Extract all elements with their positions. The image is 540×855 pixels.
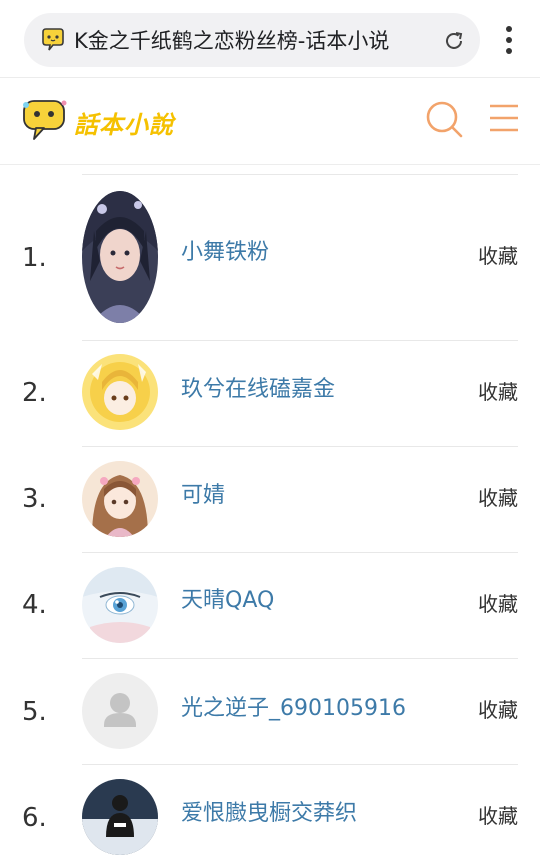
address-bar[interactable]: K金之千纸鹤之恋粉丝榜-话本小说: [24, 13, 480, 67]
fan-name-link[interactable]: 天晴QAQ: [181, 586, 274, 616]
avatar[interactable]: [82, 779, 158, 855]
rank-number: 5.: [22, 697, 47, 727]
rank-number: 1.: [22, 243, 47, 273]
more-vert-icon[interactable]: [498, 26, 520, 54]
dot-icon: [506, 26, 512, 32]
fan-name-link[interactable]: 爱恨臌曳橱交莽织: [181, 799, 357, 829]
list-item: 2. 玖兮在线磕嘉金 收藏: [0, 341, 540, 446]
fan-name-link[interactable]: 光之逆子_690105916: [181, 694, 406, 724]
collect-button[interactable]: 收藏: [478, 483, 518, 513]
search-icon[interactable]: [424, 99, 464, 139]
chat-bubble-icon: [42, 28, 64, 51]
menu-icon[interactable]: [488, 103, 520, 133]
collect-button[interactable]: 收藏: [478, 377, 518, 407]
fan-name-link[interactable]: 可婧: [181, 481, 225, 511]
logo-mascot-icon: [23, 100, 67, 140]
collect-button[interactable]: 收藏: [478, 589, 518, 619]
collect-button[interactable]: 收藏: [478, 241, 518, 271]
list-item: 3. 可婧 收藏: [0, 447, 540, 552]
avatar[interactable]: [82, 354, 158, 430]
reload-icon[interactable]: [442, 29, 466, 53]
dot-icon: [506, 48, 512, 54]
avatar[interactable]: [82, 191, 158, 323]
page-title: K金之千纸鹤之恋粉丝榜-话本小说: [74, 29, 390, 53]
rank-number: 4.: [22, 590, 47, 620]
list-item: 4. 天晴QAQ 收藏: [0, 553, 540, 658]
dot-icon: [506, 37, 512, 43]
site-logo[interactable]: 話本小說: [20, 95, 190, 145]
collect-button[interactable]: 收藏: [478, 695, 518, 725]
fan-name-link[interactable]: 玖兮在线磕嘉金: [181, 375, 335, 405]
rank-number: 6.: [22, 803, 47, 833]
list-item: 1. 小舞铁粉 收藏: [0, 175, 540, 340]
list-item: 6. 爱恨臌曳橱交莽织 收藏: [0, 765, 540, 855]
rank-number: 2.: [22, 378, 47, 408]
avatar[interactable]: [82, 567, 158, 643]
fan-name-link[interactable]: 小舞铁粉: [181, 238, 269, 268]
logo-text: 話本小說: [74, 111, 174, 139]
rank-number: 3.: [22, 484, 47, 514]
site-header: 話本小說: [0, 79, 540, 165]
collect-button[interactable]: 收藏: [478, 801, 518, 831]
list-item: 5. 光之逆子_690105916 收藏: [0, 659, 540, 764]
avatar[interactable]: [82, 461, 158, 537]
avatar[interactable]: [82, 673, 158, 749]
browser-toolbar: K金之千纸鹤之恋粉丝榜-话本小说: [0, 0, 540, 78]
